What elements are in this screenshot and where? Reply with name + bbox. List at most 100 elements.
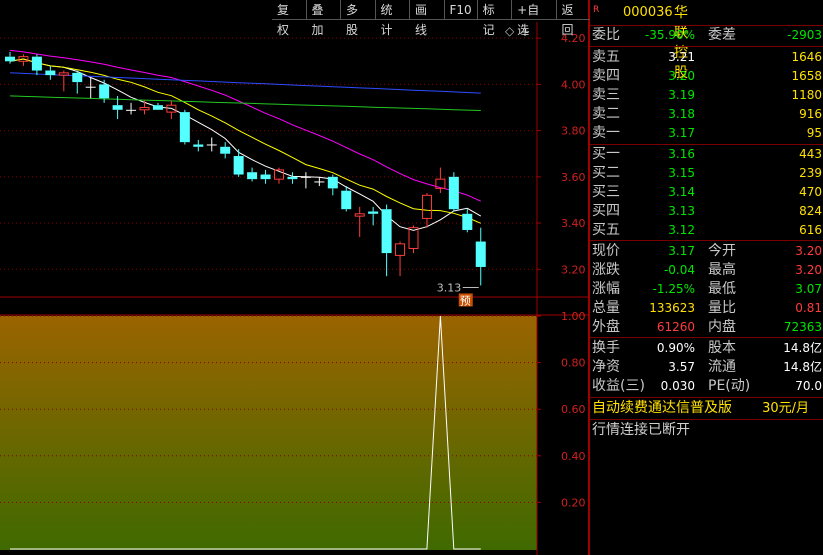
divider [590,46,823,47]
candle[interactable] [31,54,42,76]
ask-volume: 1658 [791,69,822,83]
candle[interactable] [220,142,231,159]
candle[interactable] [5,52,15,64]
candle[interactable] [287,172,298,184]
quote-row: 外盘 61260 内盘 72363 [590,318,823,337]
divider [590,240,823,241]
forecast-badge[interactable]: 预 [460,294,471,307]
candle[interactable] [260,169,271,184]
fund-value: 14.8亿 [783,360,822,374]
candle[interactable] [247,167,258,182]
candle-body [193,144,204,147]
ask-row: 卖一 3.17 95 [590,124,823,143]
candle[interactable] [72,70,83,94]
mark-button[interactable]: 标记 [476,0,512,37]
bid-row: 买五 3.12 616 [590,221,823,240]
quote-value: 3.07 [795,282,822,296]
candle-body [99,84,110,99]
quote-row: 涨幅 -1.25% 最低 3.07 [590,280,823,299]
candle[interactable] [233,149,244,177]
candle-body [448,176,459,210]
candle[interactable] [274,167,284,184]
fund-row: 净资 3.57 流通 14.8亿 [590,358,823,377]
fund-label: PE(动) [708,378,751,394]
quote-value: 3.17 [668,244,695,258]
candle-body [395,243,406,256]
candle-body [381,209,392,254]
candle[interactable] [58,70,69,92]
quote-label: 最高 [708,262,736,278]
fund-value: 3.57 [668,360,695,374]
candle[interactable] [45,65,56,80]
candle[interactable] [381,204,392,277]
candle[interactable] [206,137,217,152]
chart-area[interactable]: 4.20 4.00 3.80 3.60 3.40 3.20 1.00 0.80 0.60 0.4… [0,0,590,555]
bid-volume: 443 [799,147,822,161]
candle[interactable] [139,100,150,115]
multi-stock-button[interactable]: 多股 [340,0,375,37]
ask-label: 卖一 [592,125,620,141]
stats-button[interactable]: 统计 [374,0,409,37]
back-button[interactable]: 返回 [555,0,590,37]
candle[interactable] [126,102,137,115]
quote-value: 3.20 [795,244,822,258]
divider [590,419,823,420]
f10-button[interactable]: F10 [443,0,477,20]
promo-row[interactable]: 自动续费通达信普及版 30元/月 [590,399,823,418]
candle[interactable] [475,227,486,286]
candle-body [287,176,298,180]
ask-row: 卖三 3.19 1180 [590,86,823,105]
candle[interactable] [327,174,338,196]
bid-price: 3.14 [668,185,695,199]
ask-row: 卖四 3.20 1658 [590,67,823,86]
fund-label: 股本 [708,340,736,356]
add-watchlist-button[interactable]: +自选 [511,0,556,37]
quote-label: 总量 [592,300,620,316]
overlay-button[interactable]: 叠加 [305,0,340,37]
candle[interactable] [193,139,204,152]
quote-panel: R 000036 华联控股 委比 -35.90% 委差 -2903 卖五 3.21… [590,0,823,555]
quote-label: 现价 [592,243,620,259]
quote-label: 最低 [708,281,736,297]
diamond-icon[interactable]: ◇ [505,24,515,38]
ask-label: 卖五 [592,49,620,65]
bid-volume: 470 [799,185,822,199]
candle-body [462,213,473,230]
candle[interactable] [354,206,365,237]
candle-body [152,105,163,110]
candle[interactable] [300,172,311,189]
bid-label: 买二 [592,165,620,181]
bid-volume: 239 [799,166,822,180]
bid-row: 买二 3.15 239 [590,164,823,183]
candle[interactable] [85,77,96,99]
chart-canvas[interactable]: 4.204.003.803.603.403.20 1.000.800.600.4… [0,0,590,555]
candle[interactable] [395,241,406,277]
ask-price: 3.20 [668,69,695,83]
ask-label: 卖二 [592,106,620,122]
candle[interactable] [341,186,352,212]
quote-value: 61260 [656,320,695,334]
candle[interactable] [435,167,446,194]
fq-button[interactable]: 复权 [272,0,306,37]
ask-label: 卖三 [592,87,620,103]
draw-line-button[interactable]: 画线 [409,0,444,37]
bid-volume: 616 [799,223,822,237]
candle[interactable] [448,172,459,212]
fund-row: 收益(三) 0.030 PE(动) 70.0 [590,377,823,396]
promo-text[interactable]: 自动续费通达信普及版 [592,399,732,418]
candle[interactable] [179,109,190,145]
quote-label: 外盘 [592,319,620,335]
ask-volume: 1646 [791,50,822,64]
candle-body [85,86,96,88]
candle-body [421,194,432,219]
quote-row: 涨跌 -0.04 最高 3.20 [590,261,823,280]
candle-body [475,241,486,267]
candle[interactable] [462,209,473,233]
ask-volume: 95 [806,126,822,140]
ratio-value: -35.90% [644,28,695,42]
candle[interactable] [152,102,163,110]
promo-price[interactable]: 30元/月 [762,399,809,418]
y-tick-label: 0.60 [561,403,586,416]
quote-label: 量比 [708,300,736,316]
candle-body [327,176,338,189]
